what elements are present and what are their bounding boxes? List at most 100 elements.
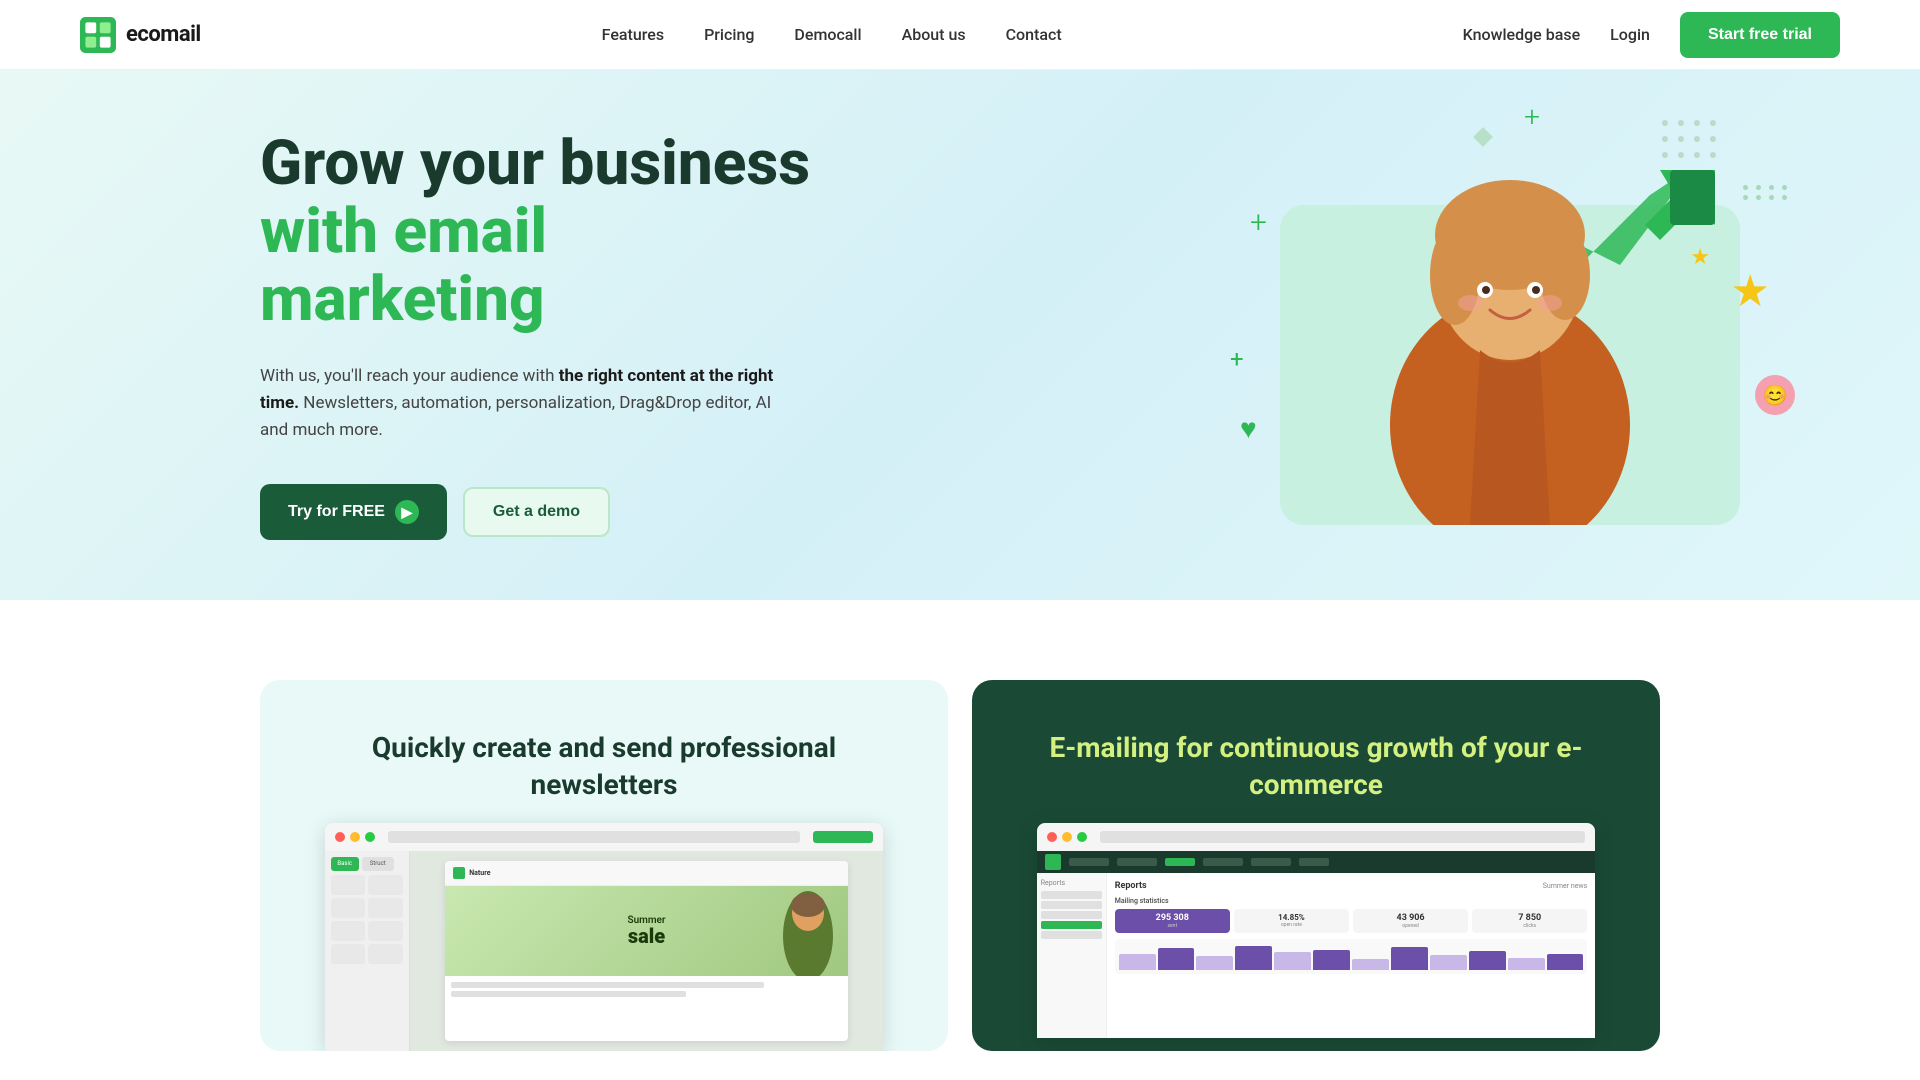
banner-person-svg [778, 891, 838, 976]
ecommerce-card-title: E-mailing for continuous growth of your … [1022, 730, 1610, 803]
dot [1694, 136, 1700, 142]
dot [1694, 152, 1700, 158]
decorative-dots [1662, 120, 1720, 162]
tool[interactable] [331, 875, 366, 895]
bar-chart [1115, 939, 1588, 974]
dot [1756, 195, 1761, 200]
logo-icon [80, 17, 116, 53]
editor-tools [331, 875, 403, 964]
login-link[interactable]: Login [1610, 25, 1650, 44]
plus-icon-1: + [1250, 205, 1267, 240]
decorative-plus-top: + [1524, 100, 1540, 133]
tool[interactable] [331, 944, 366, 964]
logo-placeholder [453, 867, 465, 879]
hero-title: Grow your business with email marketing [260, 130, 840, 335]
editor-sidebar: Basic Struct [325, 851, 410, 1051]
dot [1769, 185, 1774, 190]
knowledge-base-link[interactable]: Knowledge base [1463, 25, 1581, 44]
stat-3-label: opened [1357, 923, 1464, 929]
editor-tabs: Basic Struct [331, 857, 403, 871]
small-star-icon: ★ [1690, 245, 1710, 270]
start-trial-button[interactable]: Start free trial [1680, 12, 1840, 58]
bar-8 [1391, 947, 1428, 970]
dot [1694, 120, 1700, 126]
bar-11 [1508, 958, 1545, 970]
banner-person [778, 891, 838, 976]
minimize-dot-2 [1062, 832, 1072, 842]
bar-7 [1352, 959, 1389, 970]
dot [1710, 136, 1716, 142]
logo-text: ecomail [126, 22, 201, 47]
url-bar [388, 831, 801, 843]
dot [1782, 185, 1787, 190]
tool[interactable] [368, 921, 403, 941]
sparkle-star-icon: ★ [1731, 265, 1770, 317]
bar-9 [1430, 955, 1467, 970]
tool[interactable] [368, 898, 403, 918]
bar-5 [1274, 952, 1311, 970]
content-tab[interactable]: Basic [331, 857, 359, 871]
logo[interactable]: ecomail [80, 17, 201, 53]
template-content [445, 976, 848, 1006]
person-svg [1360, 135, 1660, 525]
dot [1678, 120, 1684, 126]
nav-democall[interactable]: Democall [794, 25, 861, 44]
nav-item-active [1165, 858, 1195, 866]
nav-about[interactable]: About us [902, 25, 966, 44]
browser-bar-1 [325, 823, 884, 851]
structure-tab[interactable]: Struct [362, 857, 394, 871]
try-free-button[interactable]: Try for FREE ▶ [260, 484, 447, 540]
dot [1678, 136, 1684, 142]
tool[interactable] [368, 875, 403, 895]
editor-canvas: Nature Summer sale [410, 851, 884, 1051]
hero-description: With us, you'll reach your audience with… [260, 363, 780, 445]
reports-main: Reports Summer news Mailing statistics 2… [1107, 873, 1596, 1038]
maximize-dot-2 [1077, 832, 1087, 842]
tool[interactable] [331, 921, 366, 941]
tool[interactable] [331, 898, 366, 918]
nav-pricing[interactable]: Pricing [704, 25, 754, 44]
stat-box-4: 7 850 clicks [1472, 909, 1587, 933]
dot [1710, 120, 1716, 126]
preview-btn[interactable] [813, 831, 873, 843]
sidebar-item [1041, 931, 1102, 939]
navbar-right: Knowledge base Login Start free trial [1463, 12, 1840, 58]
sidebar-item [1041, 911, 1102, 919]
browser-bar-2 [1037, 823, 1596, 851]
ecommerce-screenshot: Reports Reports Summer news Mailing [1022, 823, 1610, 1038]
campaign-name: Summer news [1543, 882, 1588, 890]
nav-contact[interactable]: Contact [1006, 25, 1062, 44]
sidebar-item [1041, 891, 1102, 899]
dot [1662, 152, 1668, 158]
close-dot-2 [1047, 832, 1057, 842]
summer-sale-overlay: Summer sale [627, 915, 665, 946]
nav-features[interactable]: Features [602, 25, 664, 44]
stat-2-value: 14.85% [1238, 913, 1345, 922]
sidebar-item [1041, 901, 1102, 909]
nav-item [1203, 858, 1243, 866]
bar-12 [1547, 954, 1584, 970]
template-logo: Nature [453, 867, 490, 879]
mock-browser-1: Basic Struct [325, 823, 884, 1051]
hero-title-line2: with email marketing [260, 195, 547, 336]
sidebar-item-active [1041, 921, 1102, 929]
sidebar-label: Reports [1041, 879, 1102, 887]
reports-title-text: Reports [1115, 881, 1147, 891]
stat-3-value: 43 906 [1357, 913, 1464, 923]
cards-section: Quickly create and send professional new… [0, 640, 1920, 1051]
bar-4 [1235, 946, 1272, 970]
url-bar-2 [1100, 831, 1586, 843]
sale-label: sale [627, 926, 665, 946]
email-template: Nature Summer sale [445, 861, 848, 1041]
dot [1769, 195, 1774, 200]
brand-name: Nature [469, 869, 490, 877]
newsletter-card-title: Quickly create and send professional new… [310, 730, 898, 803]
decorative-dots-top [1743, 185, 1790, 200]
ecommerce-card: E-mailing for continuous growth of your … [972, 680, 1660, 1051]
dot [1743, 185, 1748, 190]
stat-1-value: 295 308 [1119, 913, 1226, 923]
get-demo-button[interactable]: Get a demo [463, 487, 610, 537]
mock-browser-2: Reports Reports Summer news Mailing [1037, 823, 1596, 1038]
browser-content-1: Basic Struct [325, 851, 884, 1051]
tool[interactable] [368, 944, 403, 964]
